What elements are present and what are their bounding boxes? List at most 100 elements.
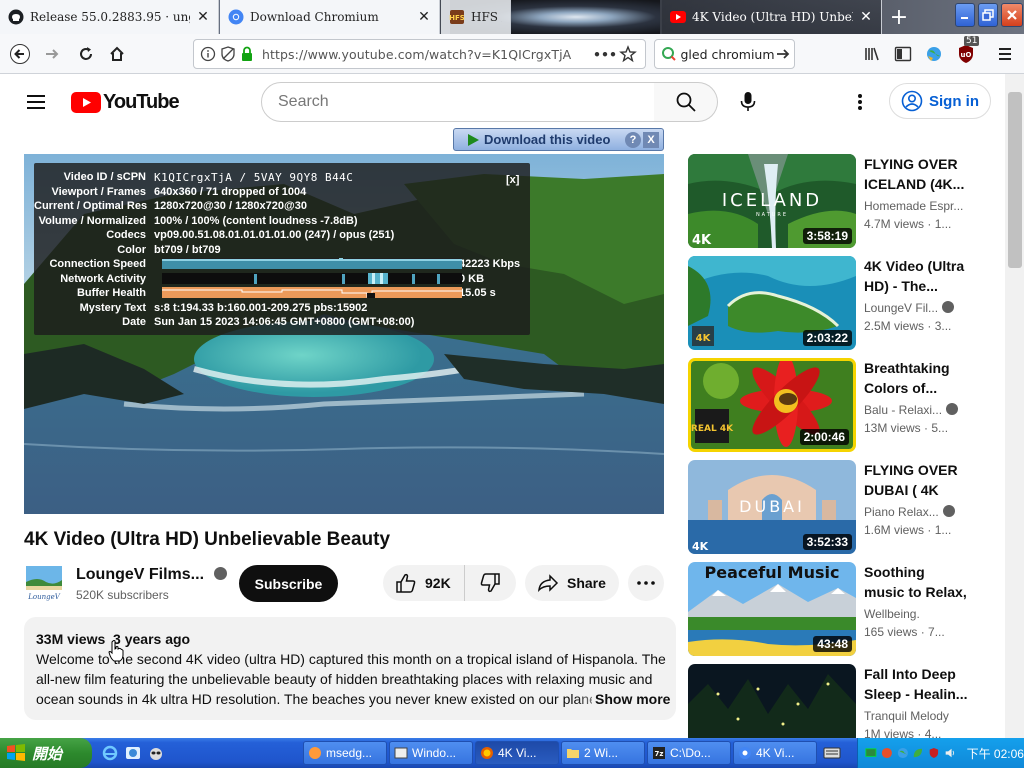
close-window-button[interactable] [1001, 3, 1023, 27]
leaf-tray-icon[interactable] [912, 746, 924, 760]
ie-quicklaunch-icon[interactable] [102, 745, 118, 761]
shield-tray-icon[interactable] [928, 746, 940, 760]
network-tray-icon[interactable] [865, 746, 877, 760]
app-tray-icon[interactable] [881, 746, 893, 760]
library-button[interactable] [858, 40, 886, 68]
dislike-button[interactable] [465, 565, 515, 601]
youtube-logo[interactable]: YouTube [71, 91, 180, 114]
stats-label: Buffer Health [76, 287, 146, 299]
thumbs-up-icon [396, 573, 416, 593]
forward-button[interactable] [38, 40, 66, 68]
like-button[interactable]: 92K [383, 565, 465, 601]
tab-github-release[interactable]: Release 55.0.2883.95 · ungoogled ✕ [0, 0, 219, 34]
page-scrollbar-thumb[interactable] [1008, 92, 1022, 268]
tab-youtube-active[interactable]: 4K Video (Ultra HD) Unbelievable ✕ [662, 0, 882, 34]
sidebar-toggle-button[interactable] [889, 40, 917, 68]
find-go-arrow-icon[interactable] [775, 46, 794, 62]
voice-search-button[interactable] [730, 84, 766, 120]
home-button[interactable] [103, 40, 131, 68]
video-thumbnail[interactable]: REAL 4K 2:00:46 [688, 358, 856, 452]
video-thumbnail[interactable]: 4K 2:03:22 [688, 256, 856, 350]
back-button[interactable] [6, 40, 34, 68]
volume-tray-icon[interactable] [944, 746, 956, 760]
lock-icon[interactable] [240, 46, 262, 62]
show-more-button[interactable]: Show more [593, 691, 671, 707]
info-icon[interactable] [200, 46, 220, 62]
close-tab-icon[interactable]: ✕ [859, 9, 873, 25]
recommended-video[interactable]: 4K 2:03:22 4K Video (Ultra HD) - The... … [688, 256, 1004, 350]
find-in-page-bar[interactable]: gled chromium [654, 39, 795, 69]
google-search-engine-icon [661, 46, 680, 62]
recommended-title[interactable]: FLYING OVER ICELAND (4K... [864, 154, 968, 194]
page-actions-icon[interactable]: ••• [593, 47, 619, 62]
video-title: 4K Video (Ultra HD) Unbelievable Beauty [24, 529, 391, 550]
video-thumbnail[interactable]: DUBAI 4K 3:52:33 [688, 460, 856, 554]
close-tab-icon[interactable]: ✕ [417, 9, 431, 25]
find-input[interactable]: gled chromium [680, 47, 774, 62]
recommended-video[interactable]: Peaceful Music 43:48 Soothing music to R… [688, 562, 1004, 656]
recommended-title[interactable]: Soothing music to Relax, Stud... [864, 562, 968, 604]
recommended-video[interactable]: DUBAI 4K 3:52:33 FLYING OVER DUBAI ( 4K … [688, 460, 1004, 554]
globe-tray-icon[interactable] [897, 746, 909, 760]
search-input[interactable]: Search [261, 82, 655, 122]
video-thumbnail[interactable] [688, 664, 856, 738]
recommended-channel[interactable]: Wellbeing. [864, 607, 968, 621]
keyboard-layout-icon[interactable] [823, 746, 841, 760]
recommended-channel[interactable]: LoungeV Fil... [864, 301, 968, 315]
more-actions-button[interactable] [628, 565, 664, 601]
sign-in-button[interactable]: Sign in [889, 83, 991, 119]
recommended-channel-text: LoungeV Fil... [864, 301, 939, 315]
subscribe-button[interactable]: Subscribe [239, 565, 338, 602]
recommended-title[interactable]: 4K Video (Ultra HD) - The... [864, 256, 968, 296]
back-arrow-icon [10, 44, 30, 64]
channel-name[interactable]: LoungeV Films... [76, 566, 228, 584]
video-thumbnail[interactable]: Peaceful Music 43:48 [688, 562, 856, 656]
recommended-video[interactable]: ICELAND NATURE 4K 3:58:19 FLYING OVER IC… [688, 154, 1004, 248]
tracking-protection-icon[interactable] [220, 46, 240, 62]
like-dislike-segment: 92K [383, 565, 516, 601]
recommended-title[interactable]: FLYING OVER DUBAI ( 4K UH... [864, 460, 968, 502]
taskbar-button-7zip[interactable]: 7z C:\Do... [647, 741, 731, 765]
taskbar-button-video[interactable]: 4K Vi... [475, 741, 559, 765]
taskbar-button-edge[interactable]: msedg... [303, 741, 387, 765]
new-tab-button[interactable]: + [886, 4, 912, 30]
raccoon-quicklaunch-icon[interactable] [148, 745, 164, 761]
search-button[interactable] [654, 82, 718, 122]
minimize-button[interactable] [955, 3, 975, 27]
app-menu-button[interactable] [991, 40, 1019, 68]
taskbar-button-windows[interactable]: Windo... [389, 741, 473, 765]
tab-hfs[interactable]: HFS HFS / [441, 0, 511, 34]
recommended-channel[interactable]: Balu - Relaxi... [864, 403, 968, 417]
recommended-video[interactable]: Fall Into Deep Sleep - Healin... Tranqui… [688, 664, 1004, 738]
description-box[interactable]: 33M views 3 years ago Welcome to the sec… [24, 617, 676, 720]
ublock-origin-button[interactable]: uO 51 [952, 36, 980, 68]
taskbar-button-chromium[interactable]: 4K Vi... [733, 741, 817, 765]
share-button[interactable]: Share [525, 565, 619, 601]
address-bar[interactable]: https://www.youtube.com/watch?v=K1QICrgx… [193, 39, 646, 69]
bookmark-star-icon[interactable] [619, 45, 645, 63]
clock[interactable]: 下午 02:06 [967, 745, 1024, 762]
explorer-quicklaunch-icon[interactable] [125, 745, 141, 761]
recommended-views: 165 views [864, 625, 918, 639]
reload-button[interactable] [72, 40, 100, 68]
guide-menu-button[interactable] [24, 90, 48, 114]
download-video-bar[interactable]: Download this video ? X [453, 128, 664, 151]
recommended-channel[interactable]: Homemade Espr... [864, 199, 968, 213]
tab-download-chromium[interactable]: Download Chromium ✕ [220, 0, 440, 34]
download-close-icon[interactable]: X [643, 131, 659, 148]
extension-globe-button[interactable] [920, 40, 948, 68]
video-thumbnail[interactable]: ICELAND NATURE 4K 3:58:19 [688, 154, 856, 248]
recommended-title[interactable]: Fall Into Deep Sleep - Healin... [864, 664, 968, 704]
settings-more-button[interactable] [851, 92, 869, 112]
start-button[interactable]: 開始 [0, 738, 92, 768]
hamburger-menu-icon [999, 48, 1011, 60]
recommended-title[interactable]: Breathtaking Colors of... [864, 358, 968, 398]
recommended-channel[interactable]: Tranquil Melody [864, 709, 968, 723]
recommended-video[interactable]: REAL 4K 2:00:46 Breathtaking Colors of..… [688, 358, 1004, 452]
channel-avatar[interactable]: LoungeV [24, 564, 64, 602]
restore-button[interactable] [978, 3, 998, 27]
recommended-channel[interactable]: Piano Relax... [864, 505, 968, 519]
taskbar-button-folders[interactable]: 2 Wi... [561, 741, 645, 765]
close-tab-icon[interactable]: ✕ [196, 9, 210, 25]
download-help-icon[interactable]: ? [625, 131, 641, 148]
